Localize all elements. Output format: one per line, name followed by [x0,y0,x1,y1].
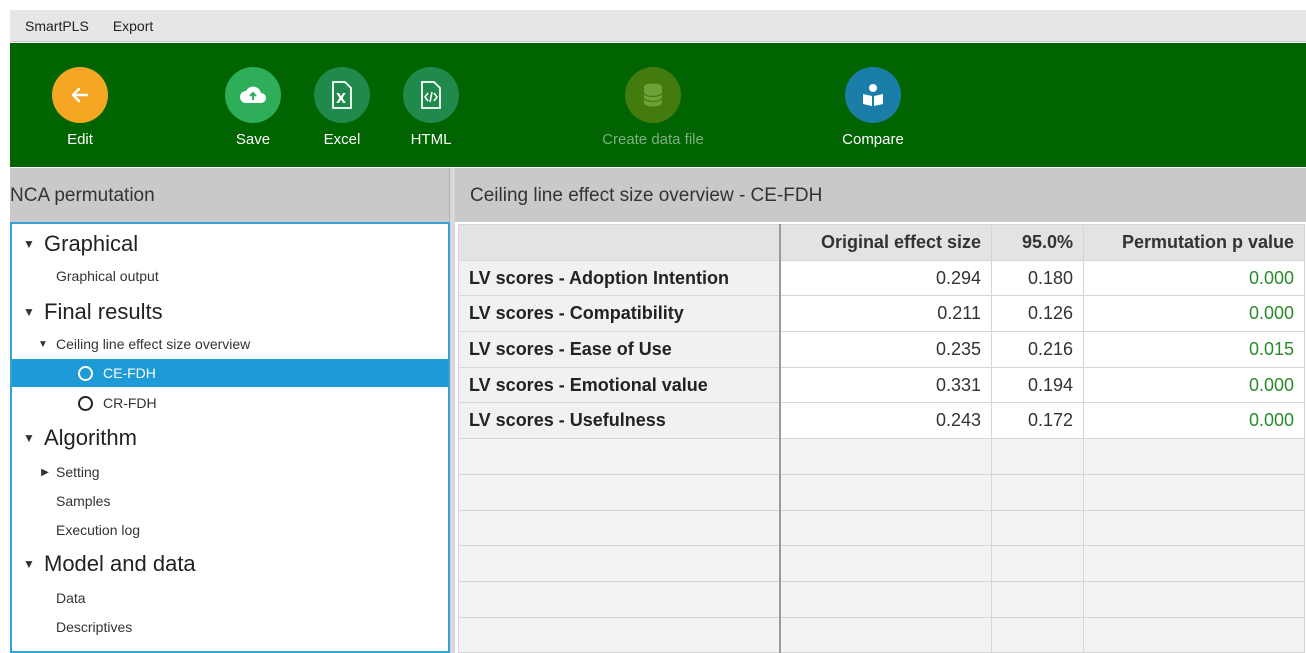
expanded-triangle-icon: ▼ [23,557,35,571]
tree-item-descriptives[interactable]: Descriptives [12,613,448,641]
tree-item-data[interactable]: Data [12,584,448,612]
row-label: LV scores - Ease of Use [458,331,781,368]
compare-label: Compare [842,131,904,148]
right-panel-title: Ceiling line effect size overview - CE-F… [470,185,823,206]
html-button[interactable]: HTML [386,67,476,148]
menu-export[interactable]: Export [113,18,153,34]
html-file-icon [403,67,459,123]
collapsed-triangle-icon: ▶ [41,466,49,478]
table-row[interactable]: LV scores - Adoption Intention 0.294 0.1… [458,259,1305,297]
p-value-cell: 0.000 [1083,259,1305,297]
row-label: LV scores - Adoption Intention [458,259,781,297]
arrow-left-icon [52,67,108,123]
results-table-container: Original effect size 95.0% Permutation p… [458,224,1306,653]
original-effect-size-cell: 0.294 [779,259,992,297]
column-header[interactable] [458,224,781,261]
column-header[interactable]: Original effect size [779,224,992,261]
table-row[interactable]: LV scores - Ease of Use 0.235 0.216 0.01… [458,331,1305,368]
row-label: LV scores - Compatibility [458,295,781,333]
p-value-cell: 0.015 [1083,331,1305,368]
table-header-row: Original effect size 95.0% Permutation p… [458,224,1305,261]
compare-button[interactable]: Compare [828,67,918,148]
p-value-cell: 0.000 [1083,402,1305,440]
results-table: Original effect size 95.0% Permutation p… [458,224,1305,653]
column-header[interactable]: Permutation p value [1083,224,1305,261]
cloud-upload-icon [225,67,281,123]
expanded-triangle-icon: ▼ [23,431,35,445]
percentile-cell: 0.194 [991,366,1084,404]
table-row[interactable]: LV scores - Usefulness 0.243 0.172 0.000 [458,402,1305,440]
p-value-cell: 0.000 [1083,295,1305,333]
tree-item-graphical-output[interactable]: Graphical output [12,262,448,290]
database-icon [625,67,681,123]
right-panel-header: Ceiling line effect size overview - CE-F… [455,168,1306,222]
p-value-cell: 0.000 [1083,366,1305,404]
ring-icon [78,365,93,381]
save-button[interactable]: Save [208,67,298,148]
tree-item-ceiling-overview[interactable]: ▼ Ceiling line effect size overview [12,330,448,358]
ring-icon [78,395,93,411]
percentile-cell: 0.172 [991,402,1084,440]
original-effect-size-cell: 0.331 [779,366,992,404]
tree-item-final-results[interactable]: ▼ Final results [12,296,448,328]
svg-text:X: X [336,92,346,107]
percentile-cell: 0.216 [991,331,1084,368]
expanded-triangle-icon: ▼ [23,305,35,319]
expanded-triangle-icon: ▼ [23,237,35,251]
tree-item-cr-fdh[interactable]: CR-FDH [12,389,448,417]
original-effect-size-cell: 0.243 [779,402,992,440]
empty-row [458,509,1305,547]
row-label: LV scores - Usefulness [458,402,781,440]
empty-row [458,473,1305,511]
excel-label: Excel [323,131,361,148]
empty-row [458,438,1305,475]
tree-item-setting[interactable]: ▶ Setting [12,458,448,486]
create-data-file-label: Create data file [602,131,704,148]
edit-button[interactable]: Edit [35,67,125,148]
toolbar: Edit Save X Excel HTML Create data file … [10,43,1306,167]
table-row[interactable]: LV scores - Emotional value 0.331 0.194 … [458,366,1305,404]
tree-item-algorithm[interactable]: ▼ Algorithm [12,422,448,454]
left-panel-header: NCA permutation [10,168,450,222]
html-label: HTML [410,131,452,148]
tree-item-ce-fdh[interactable]: CE-FDH [12,359,448,387]
excel-file-icon: X [314,67,370,123]
tree-item-model-and-data[interactable]: ▼ Model and data [12,548,448,580]
original-effect-size-cell: 0.235 [779,331,992,368]
tree-item-execution-log[interactable]: Execution log [12,516,448,544]
tree-item-graphical[interactable]: ▼ Graphical [12,228,448,260]
menubar: SmartPLS Export [10,10,1306,42]
expanded-triangle-icon: ▼ [38,338,48,350]
column-header[interactable]: 95.0% [991,224,1084,261]
original-effect-size-cell: 0.211 [779,295,992,333]
menu-smartpls[interactable]: SmartPLS [25,18,89,34]
tree-item-samples[interactable]: Samples [12,487,448,515]
empty-row [458,545,1305,582]
save-label: Save [235,131,271,148]
compare-book-icon [845,67,901,123]
results-tree: ▼ Graphical Graphical output ▼ Final res… [10,222,450,653]
percentile-cell: 0.126 [991,295,1084,333]
left-panel-title: NCA permutation [10,185,155,206]
edit-label: Edit [67,131,93,148]
row-label: LV scores - Emotional value [458,366,781,404]
empty-row [458,616,1305,653]
empty-row [458,580,1305,618]
table-row[interactable]: LV scores - Compatibility 0.211 0.126 0.… [458,295,1305,333]
panel-divider[interactable] [450,168,455,653]
create-data-file-button[interactable]: Create data file [602,67,704,148]
excel-button[interactable]: X Excel [297,67,387,148]
percentile-cell: 0.180 [991,259,1084,297]
